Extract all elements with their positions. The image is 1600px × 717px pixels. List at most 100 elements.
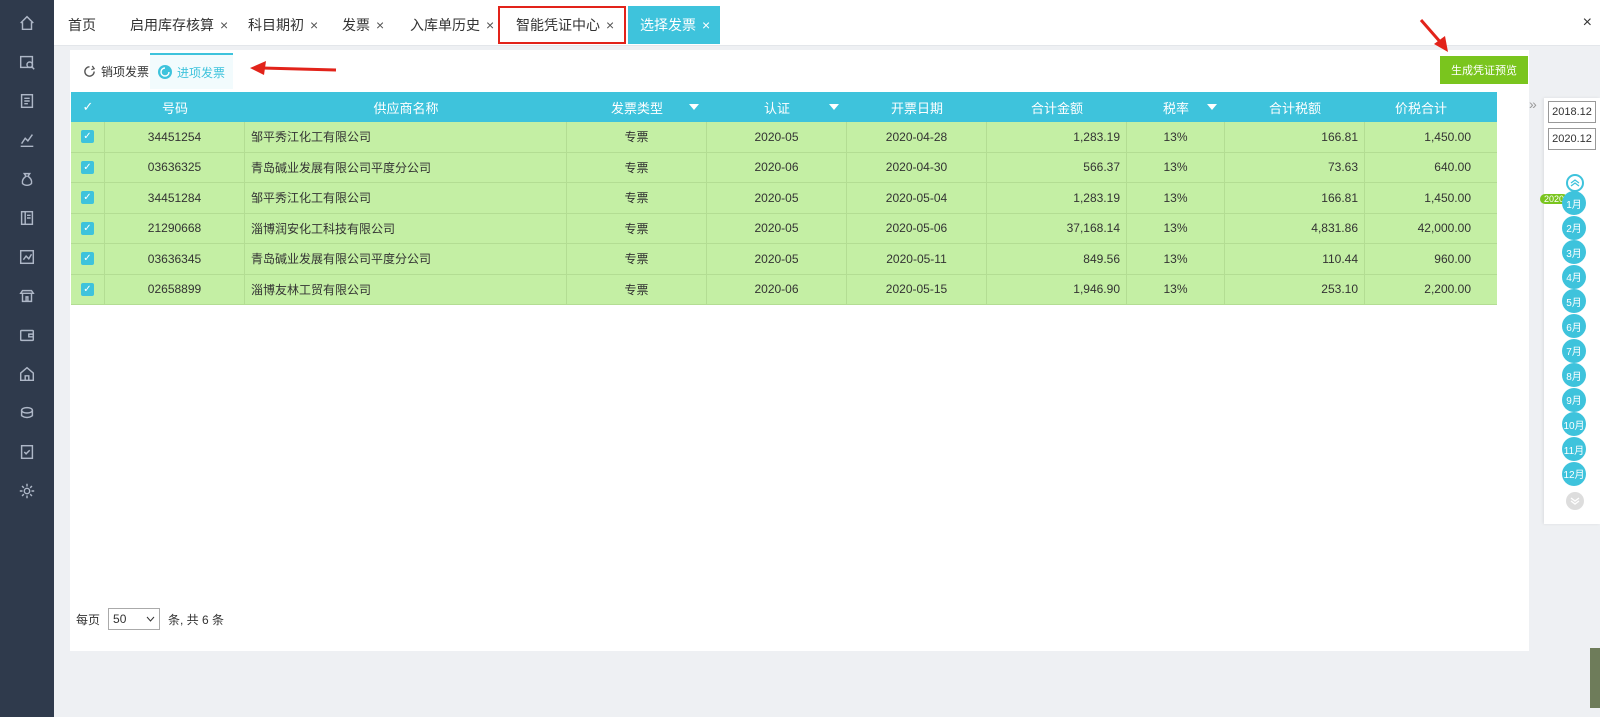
header-tax-rate[interactable]: 税率 [1127,92,1225,122]
house-icon[interactable] [17,364,37,384]
table-header: ✓ 号码 供应商名称 发票类型 认证 开票日期 合计金额 税率 合计税额 价税合… [71,92,1497,122]
month-button[interactable]: 11月 [1562,437,1586,461]
close-window-icon[interactable]: × [1583,14,1592,32]
cell-invoice-type: 专票 [567,183,707,213]
scroll-up-icon[interactable] [1566,174,1584,192]
cell-issue-date: 2020-04-28 [847,122,987,152]
cell-invoice-type: 专票 [567,244,707,274]
row-checkbox[interactable]: ✓ [71,183,105,213]
subtab-sales-invoice[interactable]: 销项发票 [74,53,157,89]
building-icon[interactable] [17,286,37,306]
filter-dropdown-icon[interactable] [829,104,839,110]
cell-amount: 1,283.19 [987,183,1127,213]
wallet-icon[interactable] [17,325,37,345]
filter-dropdown-icon[interactable] [689,104,699,110]
row-checkbox[interactable]: ✓ [71,122,105,152]
month-button[interactable]: 12月 [1562,461,1586,486]
cell-tax-amount: 73.63 [1225,152,1365,182]
tab-label: 选择发票 [640,17,696,33]
row-checkbox[interactable]: ✓ [71,152,105,182]
tab-inventory-accounting[interactable]: 启用库存核算 × [130,6,228,44]
gear-icon[interactable] [17,481,37,501]
check-icon: ✓ [82,99,94,114]
month-button[interactable]: 1月 [1562,191,1586,215]
table-row[interactable]: ✓ 03636325 青岛碱业发展有限公司平度分公司 专票 2020-06 2020-04… [71,152,1497,183]
month-button[interactable]: 9月 [1562,387,1586,412]
table-row[interactable]: ✓ 02658899 淄博友林工贸有限公司 专票 2020-06 2020-05-15 1,… [71,274,1497,305]
close-icon[interactable]: × [220,17,228,33]
tab-bar: 首页 启用库存核算 × 科目期初 × 发票 × 入库单历史 × 智能凭证中心 ×… [54,0,1600,46]
cell-supplier-name: 淄博润安化工科技有限公司 [245,213,567,243]
month-button[interactable]: 3月 [1562,240,1586,265]
close-icon[interactable]: × [486,17,494,33]
ledger-icon[interactable] [17,208,37,228]
page-size-select[interactable]: 50 [108,608,161,630]
cell-total-amount: 42,000.00 [1417,221,1471,236]
cell-supplier-name: 淄博友林工贸有限公司 [245,274,567,304]
start-date-box[interactable]: 2018.12 [1548,101,1596,123]
cell-invoice-number: 02658899 [105,274,245,304]
money-bag-icon[interactable] [17,169,37,189]
month-button[interactable]: 4月 [1562,264,1586,289]
tab-inbound-history[interactable]: 入库单历史 × [410,6,494,44]
tab-select-invoice[interactable]: 选择发票 × [628,6,721,44]
row-checkbox[interactable]: ✓ [71,274,105,304]
table-body: ✓ 34451254 邹平秀江化工有限公司 专票 2020-05 2020-04-28 1,… [71,122,1497,305]
cell-amount: 849.56 [987,244,1127,274]
cell-issue-date: 2020-05-04 [847,183,987,213]
month-button[interactable]: 10月 [1562,412,1586,437]
header-amount: 合计金额 [1030,100,1083,116]
table-row[interactable]: ✓ 21290668 淄博润安化工科技有限公司 专票 2020-05 2020-05-06… [71,213,1497,244]
month-button[interactable]: 5月 [1562,289,1586,314]
filter-dropdown-icon[interactable] [1207,104,1217,110]
month-button[interactable]: 7月 [1562,338,1586,363]
row-checkbox[interactable]: ✓ [71,213,105,243]
cell-supplier-name: 青岛碱业发展有限公司平度分公司 [245,152,567,182]
coins-icon[interactable] [17,403,37,423]
tab-smart-voucher-center[interactable]: 智能凭证中心 × [498,6,627,44]
cell-total-amount: 1,450.00 [1424,190,1471,205]
table-row[interactable]: ✓ 03636345 青岛碱业发展有限公司平度分公司 专票 2020-05 2020-05… [71,244,1497,275]
home-icon[interactable] [17,13,37,33]
month-button[interactable]: 6月 [1562,314,1586,338]
chevron-down-icon [146,616,155,622]
tab-home[interactable]: 首页 [68,6,96,44]
check-icon: ✓ [81,191,94,205]
cell-supplier-name: 邹平秀江化工有限公司 [245,183,567,213]
report-icon[interactable] [17,247,37,267]
purchase-invoice-icon [158,65,172,79]
document-check-icon[interactable] [17,442,37,462]
close-icon[interactable]: × [702,17,710,33]
select-all-checkbox[interactable]: ✓ [71,92,105,122]
cell-invoice-type: 专票 [567,274,707,304]
close-icon[interactable]: × [376,17,384,33]
header-authentication[interactable]: 认证 [707,92,847,122]
row-checkbox[interactable]: ✓ [71,244,105,274]
subtab-purchase-invoice[interactable]: 进项发票 [150,53,234,89]
month-button[interactable]: 2月 [1562,215,1586,240]
scroll-down-icon[interactable] [1566,492,1584,510]
scrollbar-thumb[interactable] [1590,648,1600,708]
table-row[interactable]: ✓ 34451284 邹平秀江化工有限公司 专票 2020-05 2020-05-04 1,… [71,183,1497,214]
chart-icon[interactable] [17,130,37,150]
voucher-icon[interactable] [17,91,37,111]
end-date-box[interactable]: 2020.12 [1548,128,1596,150]
cell-issue-date: 2020-05-11 [847,244,987,274]
table-row[interactable]: ✓ 34451254 邹平秀江化工有限公司 专票 2020-05 2020-04-28 1,… [71,122,1497,153]
tab-opening-balance[interactable]: 科目期初 × [248,6,318,44]
collapse-panel-icon[interactable]: » [1529,96,1537,112]
header-invoice-type[interactable]: 发票类型 [567,92,707,122]
cell-invoice-number: 03636345 [105,244,245,274]
close-icon[interactable]: × [606,17,614,33]
tab-invoice[interactable]: 发票 × [342,6,384,44]
close-icon[interactable]: × [310,17,318,33]
cell-tax-amount: 166.81 [1225,122,1365,152]
cell-tax-rate: 13% [1127,152,1225,182]
tab-label: 首页 [68,17,96,33]
month-button[interactable]: 8月 [1562,363,1586,388]
header-total: 价税合计 [1394,100,1447,116]
search-list-icon[interactable] [17,52,37,72]
header-label: 发票类型 [610,100,663,116]
cell-tax-rate: 13% [1127,213,1225,243]
generate-voucher-preview-button[interactable]: 生成凭证预览 [1440,56,1528,84]
